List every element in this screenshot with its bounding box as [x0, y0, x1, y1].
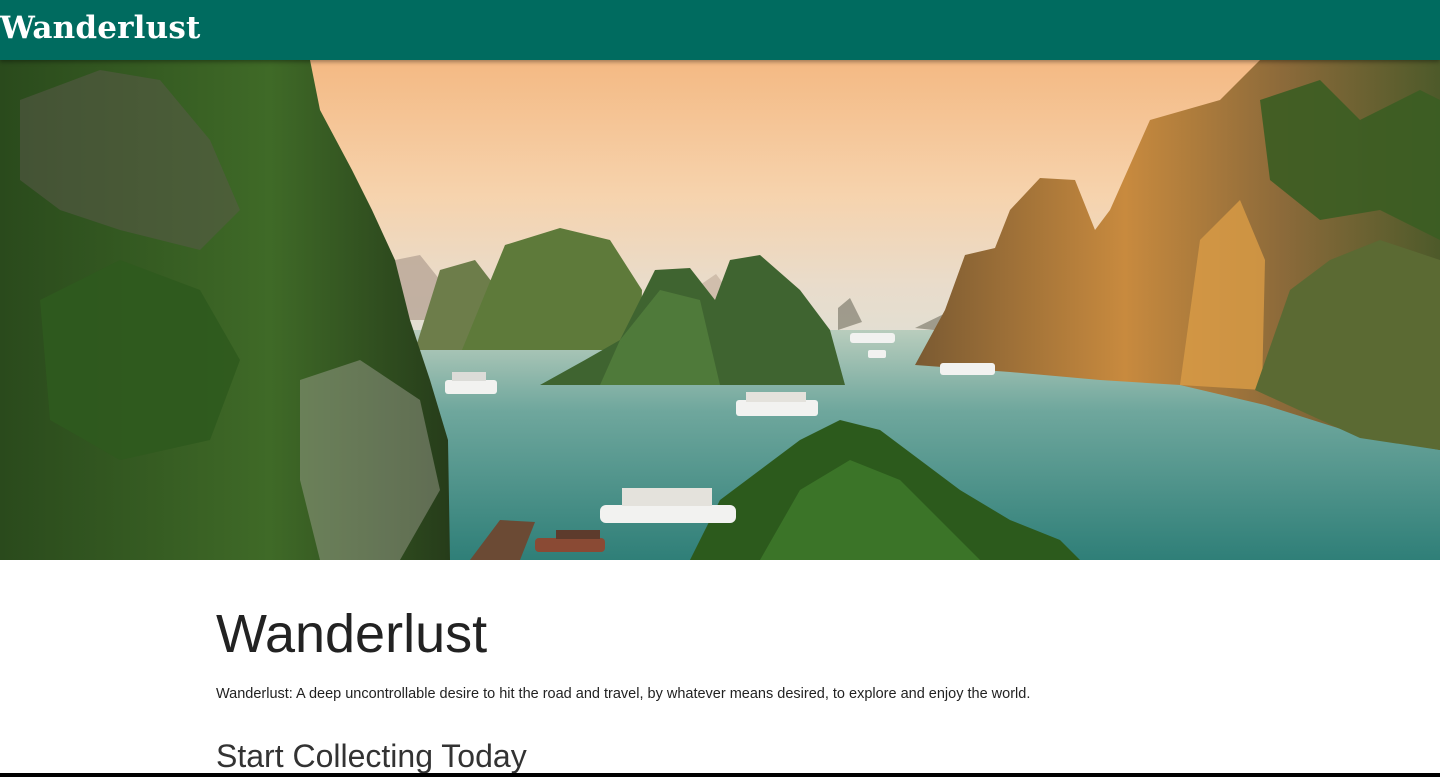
- brand-logo-text[interactable]: Wanderlust: [0, 9, 201, 47]
- hero-landscape-illustration: [0, 60, 1440, 560]
- page: Wanderlust Wanderlust Wanderlust: A deep…: [0, 0, 1440, 773]
- hero-banner-image: [0, 60, 1440, 560]
- definition-text: Wanderlust: A deep uncontrollable desire…: [216, 686, 1031, 702]
- top-navbar: Wanderlust: [0, 0, 1440, 60]
- section-title: Start Collecting Today: [216, 738, 527, 773]
- page-title: Wanderlust: [216, 604, 488, 664]
